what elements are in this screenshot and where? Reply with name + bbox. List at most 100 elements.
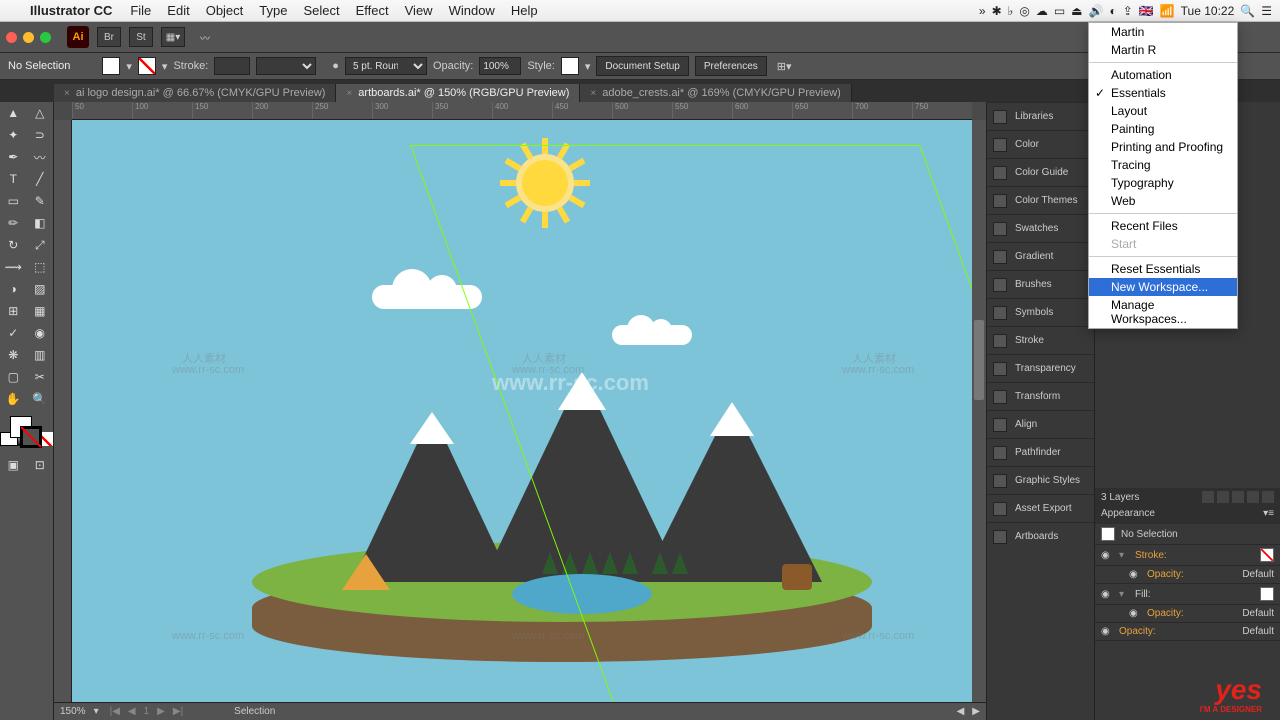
ws-automation[interactable]: Automation: [1089, 66, 1237, 84]
menu-object[interactable]: Object: [198, 3, 252, 18]
rectangle-tool[interactable]: ▭: [0, 190, 27, 212]
visibility-icon[interactable]: ◉: [1101, 626, 1113, 637]
document-setup-button[interactable]: Document Setup: [596, 56, 689, 76]
vertical-scrollbar[interactable]: [972, 120, 986, 702]
panel-libraries[interactable]: Libraries: [987, 102, 1094, 130]
selection-tool[interactable]: ▲: [0, 102, 27, 124]
lasso-tool[interactable]: ⊃: [27, 124, 54, 146]
close-tab-icon[interactable]: ×: [64, 88, 70, 99]
style-swatch[interactable]: [561, 57, 579, 75]
panel-align[interactable]: Align: [987, 410, 1094, 438]
slice-tool[interactable]: ✂: [27, 366, 54, 388]
panel-transform[interactable]: Transform: [987, 382, 1094, 410]
twirl-icon[interactable]: ▾: [1119, 589, 1129, 600]
menu-window[interactable]: Window: [441, 3, 503, 18]
ws-layout[interactable]: Layout: [1089, 102, 1237, 120]
opacity-input[interactable]: [479, 57, 521, 75]
type-tool[interactable]: T: [0, 168, 27, 190]
panel-brushes[interactable]: Brushes: [987, 270, 1094, 298]
fill-stroke-indicator[interactable]: [0, 410, 53, 454]
preferences-button[interactable]: Preferences: [695, 56, 767, 76]
screen-mode-toggle[interactable]: ⊡: [27, 454, 54, 476]
layers-locate-icon[interactable]: [1202, 491, 1214, 503]
blend-tool[interactable]: ◉: [27, 322, 54, 344]
dropdown-icon[interactable]: ▾: [126, 60, 132, 73]
panel-pathfinder[interactable]: Pathfinder: [987, 438, 1094, 466]
scale-tool[interactable]: ⤢: [27, 234, 54, 256]
ws-painting[interactable]: Painting: [1089, 120, 1237, 138]
ws-tracing[interactable]: Tracing: [1089, 156, 1237, 174]
layers-sublayer-icon[interactable]: [1232, 491, 1244, 503]
brush-select[interactable]: 5 pt. Round: [345, 57, 427, 75]
pen-tool[interactable]: ✒: [0, 146, 27, 168]
ws-printing[interactable]: Printing and Proofing: [1089, 138, 1237, 156]
sys-wifi-icon[interactable]: 📶: [1160, 4, 1175, 18]
scroll-left-icon[interactable]: ◀: [957, 706, 965, 717]
close-tab-icon[interactable]: ×: [346, 88, 352, 99]
eraser-tool[interactable]: ◧: [27, 212, 54, 234]
menu-file[interactable]: File: [122, 3, 159, 18]
dropdown-icon[interactable]: ▾: [585, 60, 591, 73]
mesh-tool[interactable]: ⊞: [0, 300, 27, 322]
dropdown-icon[interactable]: ▾: [162, 60, 168, 73]
app-name[interactable]: Illustrator CC: [20, 3, 122, 18]
stroke-weight-input[interactable]: [214, 57, 250, 75]
layers-delete-icon[interactable]: [1262, 491, 1274, 503]
scrollbar-thumb[interactable]: [974, 320, 984, 400]
dropdown-icon[interactable]: ▾: [94, 706, 99, 717]
eyedropper-tool[interactable]: ✓: [0, 322, 27, 344]
ws-web[interactable]: Web: [1089, 192, 1237, 210]
screen-mode-normal[interactable]: ▣: [0, 454, 27, 476]
stroke-color[interactable]: [20, 426, 42, 448]
layers-new-icon[interactable]: [1247, 491, 1259, 503]
panel-asset-export[interactable]: Asset Export: [987, 494, 1094, 522]
magic-wand-tool[interactable]: ✦: [0, 124, 27, 146]
sys-wifi-icon[interactable]: ⇪: [1123, 4, 1133, 18]
sys-icon[interactable]: ◎: [1019, 4, 1029, 18]
width-tool[interactable]: ⟿: [0, 256, 27, 278]
menu-select[interactable]: Select: [295, 3, 347, 18]
prev-icon[interactable]: ◀: [125, 706, 139, 717]
hand-tool[interactable]: ✋: [0, 388, 27, 410]
panel-stroke[interactable]: Stroke: [987, 326, 1094, 354]
panel-color-guide[interactable]: Color Guide: [987, 158, 1094, 186]
ws-manage-workspaces[interactable]: Manage Workspaces...: [1089, 296, 1237, 328]
panel-menu-icon[interactable]: ▾≡: [1263, 508, 1274, 522]
panel-swatches[interactable]: Swatches: [987, 214, 1094, 242]
zoom-level[interactable]: 150%: [60, 706, 86, 717]
menu-type[interactable]: Type: [251, 3, 295, 18]
sys-icon[interactable]: ☁: [1036, 4, 1048, 18]
sys-menu-icon[interactable]: ☰: [1261, 4, 1272, 18]
gpu-icon[interactable]: 〰: [193, 27, 217, 47]
fill-swatch[interactable]: [102, 57, 120, 75]
ruler-vertical[interactable]: [54, 120, 72, 702]
menu-edit[interactable]: Edit: [159, 3, 197, 18]
next-icon[interactable]: ▶: [154, 706, 168, 717]
first-icon[interactable]: |◀: [107, 706, 123, 717]
sys-icon[interactable]: »: [979, 4, 986, 18]
visibility-icon[interactable]: ◉: [1129, 608, 1141, 619]
sys-search-icon[interactable]: 🔍: [1240, 4, 1255, 18]
fill-swatch[interactable]: [1260, 587, 1274, 601]
tab-logo-design[interactable]: ×ai logo design.ai* @ 66.67% (CMYK/GPU P…: [54, 84, 336, 102]
stroke-swatch[interactable]: [138, 57, 156, 75]
symbol-sprayer-tool[interactable]: ❋: [0, 344, 27, 366]
panel-graphic-styles[interactable]: Graphic Styles: [987, 466, 1094, 494]
graph-tool[interactable]: ▥: [27, 344, 54, 366]
perspective-tool[interactable]: ▨: [27, 278, 54, 300]
sys-clock[interactable]: Tue 10:22: [1181, 4, 1235, 18]
ws-new-workspace[interactable]: New Workspace...: [1089, 278, 1237, 296]
artboard[interactable]: 人人素材 www.rr-sc.com 人人素材 www.rr-sc.com 人人…: [72, 120, 972, 702]
ws-reset-essentials[interactable]: Reset Essentials: [1089, 260, 1237, 278]
sys-flag-icon[interactable]: 🇬🇧: [1139, 4, 1154, 18]
direct-selection-tool[interactable]: △: [27, 102, 54, 124]
artboard-number[interactable]: 1: [141, 706, 153, 717]
menu-view[interactable]: View: [397, 3, 441, 18]
paintbrush-tool[interactable]: ✎: [27, 190, 54, 212]
layers-clip-icon[interactable]: [1217, 491, 1229, 503]
rotate-tool[interactable]: ↻: [0, 234, 27, 256]
panel-color[interactable]: Color: [987, 130, 1094, 158]
ws-recent-files[interactable]: Recent Files: [1089, 217, 1237, 235]
panel-symbols[interactable]: Symbols: [987, 298, 1094, 326]
panel-transparency[interactable]: Transparency: [987, 354, 1094, 382]
